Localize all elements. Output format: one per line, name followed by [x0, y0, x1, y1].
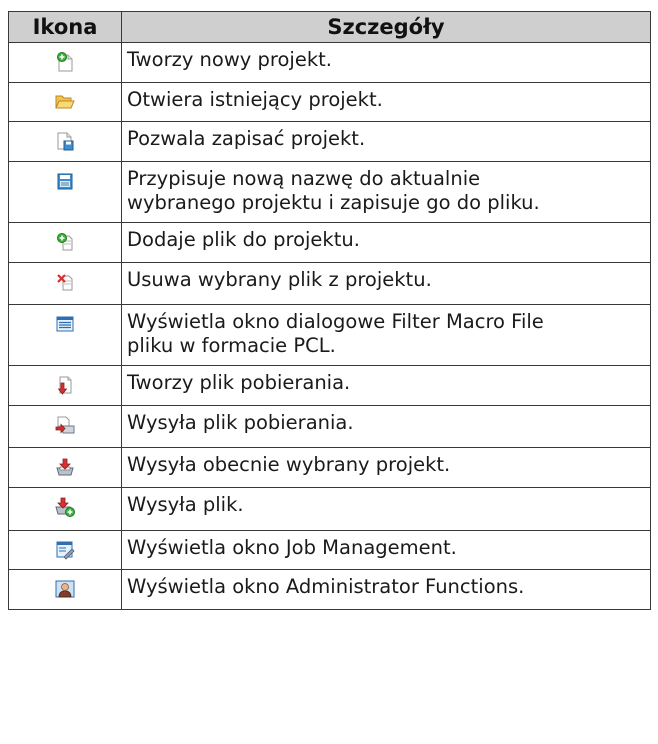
table-row: Wysyła obecnie wybrany projekt. — [8, 447, 651, 488]
table-row: Wyświetla okno dialogowe Filter Macro Fi… — [8, 304, 651, 366]
row-description-line: Dodaje plik do projektu. — [127, 228, 360, 251]
row-description-line: Tworzy plik pobierania. — [127, 371, 351, 394]
row-description-line: Wyświetla okno Job Management. — [127, 536, 457, 559]
row-description-line: wybranego projektu i zapisuje go do plik… — [127, 191, 540, 214]
table-row: Pozwala zapisać projekt. — [8, 121, 651, 162]
header-icon: Ikona — [8, 11, 122, 43]
row-description-line: pliku w formacie PCL. — [127, 334, 336, 357]
row-description-line: Usuwa wybrany plik z projektu. — [127, 268, 432, 291]
send-file-icon — [55, 497, 75, 517]
table-row: Wyświetla okno Job Management. — [8, 530, 651, 570]
row-description-line: Wysyła obecnie wybrany projekt. — [127, 453, 451, 476]
row-description-line: Wysyła plik pobierania. — [127, 411, 354, 434]
send-project-icon — [56, 458, 74, 476]
row-description-line: Przypisuje nową nazwę do aktualnie — [127, 167, 481, 190]
header-row: Ikona Szczegóły — [8, 11, 651, 43]
send-download-icon — [55, 416, 75, 434]
save-project-icon — [57, 132, 74, 151]
table-row: Wysyła plik pobierania. — [8, 405, 651, 448]
open-folder-icon — [55, 95, 75, 109]
table-row: Tworzy nowy projekt. — [8, 42, 651, 83]
header-details: Szczegóły — [121, 11, 651, 43]
row-description-line: Wyświetla okno Administrator Functions. — [127, 575, 525, 598]
table-row: Otwiera istniejący projekt. — [8, 82, 651, 122]
save-as-icon — [57, 173, 73, 190]
table-row: Wysyła plik. — [8, 487, 651, 531]
new-project-icon — [57, 52, 73, 72]
table-row: Przypisuje nową nazwę do aktualnie wybra… — [8, 161, 651, 223]
add-file-icon — [57, 233, 73, 251]
filter-macro-icon — [56, 316, 74, 332]
create-download-icon — [57, 376, 72, 395]
row-description-line: Pozwala zapisać projekt. — [127, 127, 366, 150]
row-description-line: Wyświetla okno dialogowe Filter Macro Fi… — [127, 310, 544, 333]
job-management-icon — [56, 541, 75, 560]
table-row: Dodaje plik do projektu. — [8, 222, 651, 263]
table-row: Usuwa wybrany plik z projektu. — [8, 262, 651, 305]
administrator-icon — [55, 580, 75, 598]
row-description-line: Otwiera istniejący projekt. — [127, 88, 383, 111]
row-description-line: Tworzy nowy projekt. — [127, 48, 332, 71]
remove-file-icon — [57, 274, 73, 291]
row-description-line: Wysyła plik. — [127, 493, 244, 516]
icon-reference-table: Ikona Szczegóły Tworzy nowy projekt. Otw… — [8, 11, 651, 610]
table-row: Wyświetla okno Administrator Functions. — [8, 569, 651, 610]
table-row: Tworzy plik pobierania. — [8, 365, 651, 406]
